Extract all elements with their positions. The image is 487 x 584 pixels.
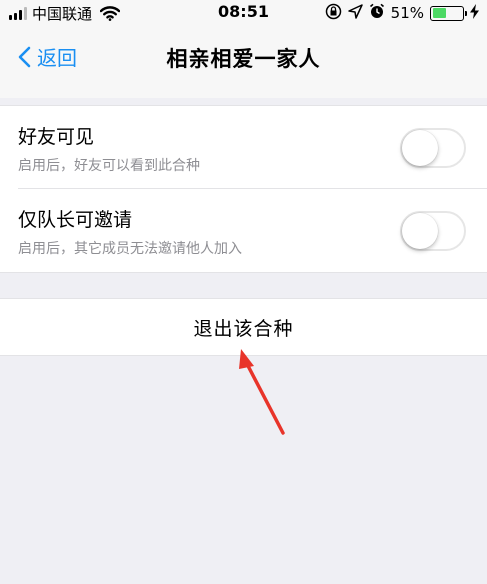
settings-group: 好友可见 启用后，好友可以看到此合种 仅队长可邀请 启用后，其它成员无法邀请他人… <box>0 105 487 273</box>
setting-subtitle: 启用后，好友可以看到此合种 <box>18 158 200 174</box>
charging-icon <box>470 3 479 23</box>
header-area: 中国联通 08:51 51% 返回 相亲相爱一家人 <box>0 0 487 98</box>
page-title: 相亲相爱一家人 <box>166 47 321 71</box>
battery-percent: 51% <box>390 4 424 22</box>
navigation-bar: 返回 相亲相爱一家人 <box>0 38 487 82</box>
setting-title: 好友可见 <box>18 126 95 148</box>
orientation-lock-icon <box>325 3 342 24</box>
exit-group: 退出该合种 <box>0 298 487 356</box>
leader-only-invite-toggle[interactable] <box>400 211 466 251</box>
screen: 中国联通 08:51 51% 返回 相亲相爱一家人 好友可见 启用后，好友可以看… <box>0 0 487 584</box>
setting-row-leader-only-invite: 仅队长可邀请 启用后，其它成员无法邀请他人加入 <box>0 188 487 272</box>
exit-group-button[interactable]: 退出该合种 <box>0 299 487 355</box>
friends-visible-toggle[interactable] <box>400 128 466 168</box>
status-right: 51% <box>325 3 479 23</box>
toggle-knob <box>402 130 438 166</box>
status-bar: 中国联通 08:51 51% <box>0 0 487 26</box>
toggle-knob <box>402 213 438 249</box>
location-icon <box>347 3 363 23</box>
battery-level-fill <box>432 8 446 18</box>
battery-icon <box>430 5 467 21</box>
alarm-icon <box>369 3 385 23</box>
setting-title: 仅队长可邀请 <box>18 209 133 231</box>
setting-row-friends-visible: 好友可见 启用后，好友可以看到此合种 <box>0 106 487 189</box>
setting-subtitle: 启用后，其它成员无法邀请他人加入 <box>18 241 242 257</box>
